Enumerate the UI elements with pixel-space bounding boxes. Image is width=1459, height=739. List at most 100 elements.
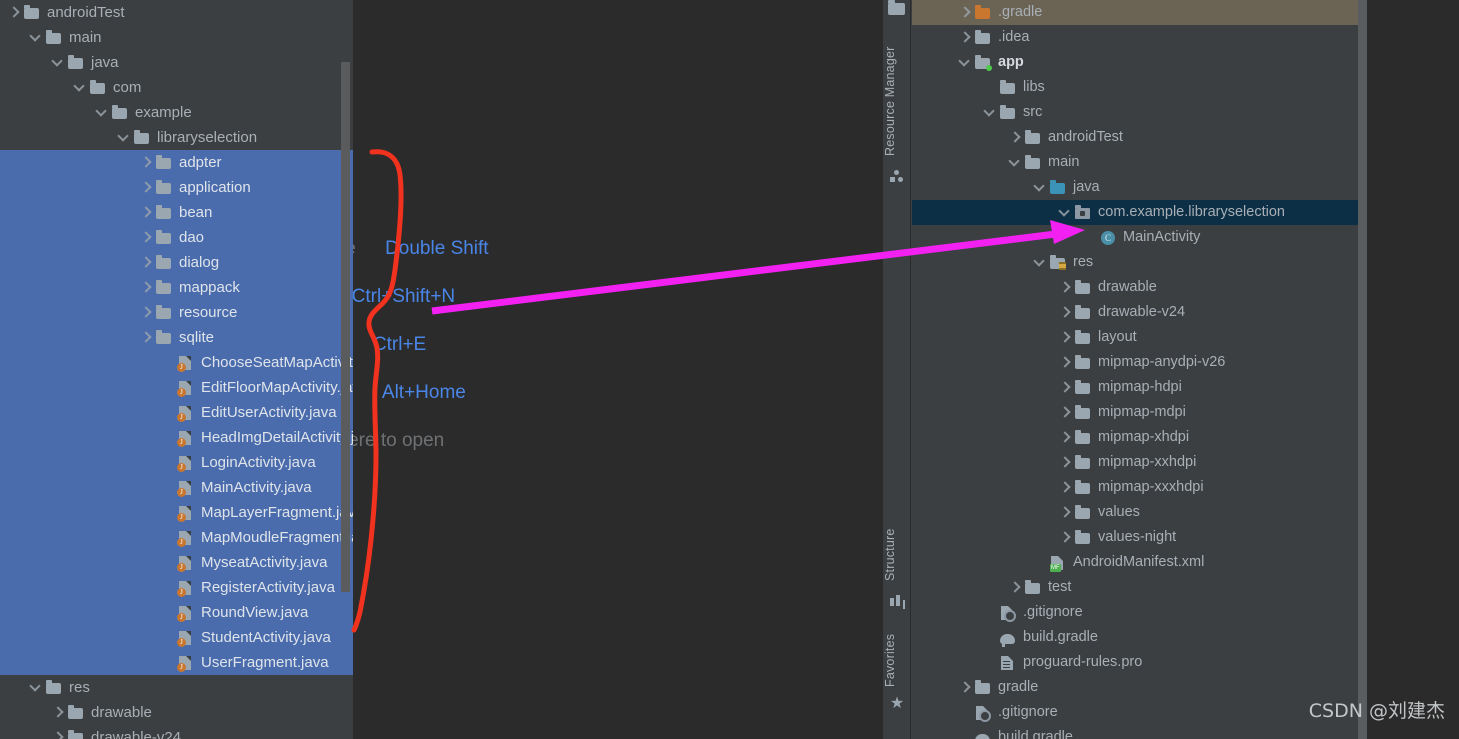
left-tree-scrollbar[interactable] [341, 62, 350, 592]
left-tree-row[interactable]: application [0, 175, 353, 200]
project-tree-row-label: layout [1098, 329, 1137, 345]
left-tree-row-label: main [69, 29, 102, 46]
chevron-right-icon[interactable] [1059, 407, 1070, 418]
left-tree-row[interactable]: RoundView.java [0, 600, 353, 625]
java-file-icon [177, 480, 194, 497]
left-tree-row[interactable]: StudentActivity.java [0, 625, 353, 650]
left-tree-row[interactable]: HeadImgDetailActivity.java [0, 425, 353, 450]
gradle-file-icon [975, 730, 991, 739]
chevron-down-icon[interactable] [52, 57, 63, 68]
left-tree-row-label: application [179, 179, 251, 196]
chevron-down-icon[interactable] [1034, 182, 1045, 193]
chevron-right-icon[interactable] [959, 32, 970, 43]
left-tree-row[interactable]: MapMoudleFragment.java [0, 525, 353, 550]
chevron-down-icon[interactable] [96, 107, 107, 118]
chevron-right-icon[interactable] [140, 232, 151, 243]
left-tree-row[interactable]: mappack [0, 275, 353, 300]
left-tree-row[interactable]: resource [0, 300, 353, 325]
folder-icon [24, 4, 40, 21]
left-tree-row[interactable]: MapLayerFragment.java [0, 500, 353, 525]
chevron-right-icon[interactable] [1059, 482, 1070, 493]
chevron-right-icon[interactable] [140, 207, 151, 218]
left-tree-row[interactable]: EditUserActivity.java [0, 400, 353, 425]
chevron-down-icon[interactable] [30, 32, 41, 43]
chevron-right-icon[interactable] [1059, 282, 1070, 293]
left-tree-row[interactable]: MyseatActivity.java [0, 550, 353, 575]
chevron-right-icon[interactable] [1059, 507, 1070, 518]
chevron-right-icon[interactable] [140, 182, 151, 193]
left-tree-row[interactable]: sqlite [0, 325, 353, 350]
tool-tab-structure[interactable]: Structure [883, 520, 911, 590]
tool-window-stripe: Resource Manager Structure Favorites ★ [883, 0, 911, 739]
project-tree-row-label: mipmap-hdpi [1098, 379, 1182, 395]
manifest-file-icon [1050, 555, 1066, 572]
chevron-right-icon[interactable] [1009, 132, 1020, 143]
chevron-down-icon[interactable] [959, 57, 970, 68]
java-file-icon [177, 455, 194, 472]
left-tree-row[interactable]: com [0, 75, 353, 100]
chevron-right-icon[interactable] [140, 157, 151, 168]
left-tree-row[interactable]: RegisterActivity.java [0, 575, 353, 600]
chevron-down-icon[interactable] [74, 82, 85, 93]
chevron-down-icon[interactable] [118, 132, 129, 143]
left-tree-row-label: java [91, 54, 119, 71]
chevron-down-icon[interactable] [30, 682, 41, 693]
chevron-right-icon[interactable] [1059, 457, 1070, 468]
left-tree-row[interactable]: dao [0, 225, 353, 250]
left-tree-row[interactable]: LoginActivity.java [0, 450, 353, 475]
left-tree-row-label: androidTest [47, 4, 125, 21]
chevron-right-icon[interactable] [1059, 432, 1070, 443]
chevron-right-icon[interactable] [1059, 307, 1070, 318]
left-project-tree[interactable]: androidTest main java com example librarysele… [0, 0, 353, 739]
left-tree-row[interactable]: drawable [0, 700, 353, 725]
chevron-right-icon[interactable] [959, 7, 970, 18]
folder-icon [1075, 354, 1091, 371]
left-tree-row[interactable]: res [0, 675, 353, 700]
folder-icon [1000, 79, 1016, 96]
folder-icon [156, 279, 172, 296]
left-tree-row[interactable]: main [0, 25, 353, 50]
left-tree-row-label: mappack [179, 279, 240, 296]
chevron-right-icon[interactable] [1059, 532, 1070, 543]
left-tree-row[interactable]: androidTest [0, 0, 353, 25]
tool-tab-resource-manager[interactable]: Resource Manager [883, 36, 911, 166]
chevron-right-icon[interactable] [1059, 382, 1070, 393]
folder-icon [975, 29, 991, 46]
chevron-right-icon[interactable] [140, 307, 151, 318]
project-tree-row-label: build.gradle [1023, 629, 1098, 645]
left-tree-row[interactable]: dialog [0, 250, 353, 275]
chevron-down-icon[interactable] [1034, 257, 1045, 268]
left-tree-row[interactable]: bean [0, 200, 353, 225]
chevron-right-icon[interactable] [8, 7, 19, 18]
left-tree-row[interactable]: libraryselection [0, 125, 353, 150]
left-tree-row[interactable]: UserFragment.java [0, 650, 353, 675]
left-tree-row[interactable]: example [0, 100, 353, 125]
right-panel-divider[interactable] [1358, 0, 1367, 739]
project-tree-row-label: androidTest [1048, 129, 1123, 145]
left-tree-row[interactable]: EditFloorMapActivity.java [0, 375, 353, 400]
folder-module-icon [975, 54, 992, 71]
left-tree-row[interactable]: adpter [0, 150, 353, 175]
left-tree-row[interactable]: MainActivity.java [0, 475, 353, 500]
chevron-right-icon[interactable] [1059, 332, 1070, 343]
folder-icon [1075, 504, 1091, 521]
chevron-right-icon[interactable] [959, 682, 970, 693]
chevron-down-icon[interactable] [1059, 207, 1070, 218]
chevron-right-icon[interactable] [52, 707, 63, 718]
left-tree-row-label: MapMoudleFragment.java [201, 529, 353, 546]
editor-right-sliver: Search Everywhere Double Shift Go to Fil… [1366, 0, 1459, 739]
project-tree-row-label: AndroidManifest.xml [1073, 554, 1205, 570]
chevron-down-icon[interactable] [984, 107, 995, 118]
chevron-right-icon[interactable] [52, 732, 63, 739]
chevron-right-icon[interactable] [140, 332, 151, 343]
chevron-right-icon[interactable] [1059, 357, 1070, 368]
chevron-right-icon[interactable] [140, 282, 151, 293]
chevron-down-icon[interactable] [1009, 157, 1020, 168]
left-tree-row[interactable]: drawable-v24 [0, 725, 353, 739]
left-tree-row[interactable]: ChooseSeatMapActivity.java [0, 350, 353, 375]
folder-icon [975, 679, 991, 696]
left-tree-row[interactable]: java [0, 50, 353, 75]
chevron-right-icon[interactable] [1009, 582, 1020, 593]
chevron-right-icon[interactable] [140, 257, 151, 268]
tool-tab-favorites[interactable]: Favorites [883, 625, 911, 695]
